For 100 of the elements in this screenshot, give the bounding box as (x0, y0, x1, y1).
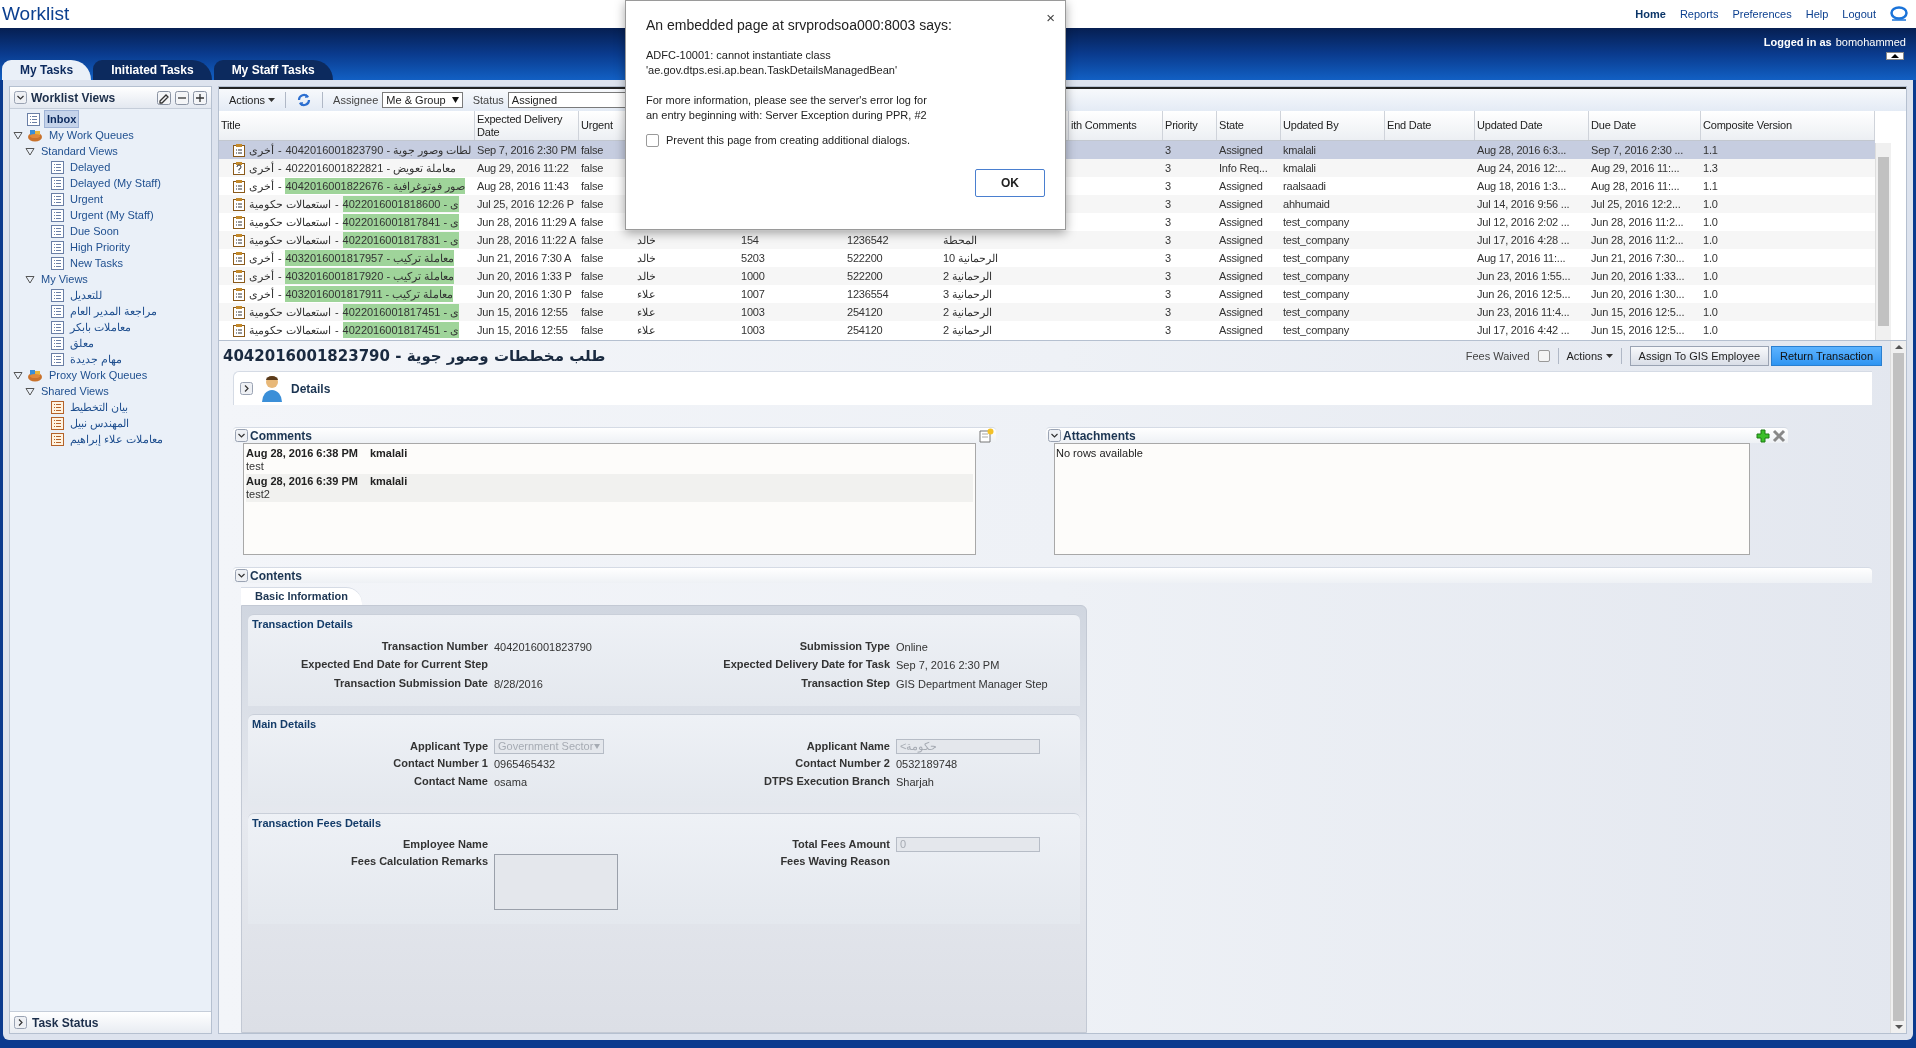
dash-separator: - (335, 214, 339, 230)
field-label: Status (472, 92, 504, 108)
table-cell-text: Jun 28, 2016 11:22 A (477, 232, 577, 248)
table-cell-text: Assigned (1219, 322, 1263, 338)
table-cell-text: Jun 20, 2016 1:30... (1591, 286, 1685, 302)
table-cell-text: Jul 17, 2016 4:28 ... (1477, 232, 1570, 248)
table-cell-text: false (581, 322, 604, 338)
dialog-message: ADFC-10001: cannot instantiate class (646, 48, 832, 63)
table-cell-text: Assigned (1219, 250, 1263, 266)
task-category: أخرى (249, 178, 274, 195)
field-value: Sep 7, 2016 2:30 PM (896, 659, 1000, 671)
comment-author: kmalali (369, 447, 408, 460)
field-label: Contact Name (413, 774, 488, 789)
table-cell-text: Assigned (1219, 268, 1263, 284)
field-value: 0965465432 (494, 757, 556, 770)
task-category: استعمالات حكومية (249, 214, 332, 231)
table-cell-text: 1.0 (1703, 268, 1718, 284)
table-cell-text: false (581, 214, 604, 230)
field-label: Employee Name (402, 837, 488, 852)
comment-date: Aug 28, 2016 6:39 PM (246, 475, 358, 488)
field-label: Total Fees Amount (791, 837, 890, 852)
checkbox-label: Prevent this page from creating additional dialogs. (666, 133, 910, 148)
table-cell-text: Jun 15, 2016 12:5... (1591, 322, 1685, 338)
table-cell-text: 1236554 (847, 286, 889, 302)
field-value: GIS Department Manager Step (896, 677, 1048, 690)
table-cell-text: Aug 17, 2016 11:... (1477, 250, 1566, 266)
table-cell-text: 3 (1165, 160, 1171, 176)
task-category: استعمالات حكومية (249, 232, 332, 249)
table-cell-text: علاء (637, 322, 656, 338)
panel-title: Task Status (32, 1014, 99, 1032)
table-cell-text: Jul 14, 2016 9:56 ... (1477, 196, 1570, 212)
table-cell-text: Aug 24, 2016 12:... (1477, 160, 1567, 176)
field-label: Transaction Number (380, 638, 488, 654)
table-cell-text: 1000 (741, 268, 765, 284)
table-cell-text: 1.1 (1703, 142, 1718, 158)
field-label: Submission Type (798, 638, 890, 654)
table-cell-text: Jun 21, 2016 7:30 A (477, 250, 572, 266)
logged-in-label: Logged in as (1763, 35, 1832, 50)
table-cell-text: 1.0 (1703, 214, 1718, 230)
app-title: Worklist (2, 1, 70, 26)
task-title: 4042016001823790 - طلب مخططات وصور جوية (223, 345, 606, 367)
table-cell-text: 1.1 (1703, 178, 1718, 194)
dash-separator: - (278, 268, 282, 284)
table-cell-text: خالد (637, 268, 656, 284)
task-category: استعمالات حكومية (249, 196, 332, 213)
dash-separator: - (278, 142, 282, 158)
table-cell-text: test_company (1283, 268, 1350, 284)
field-value: Sharjah (896, 776, 934, 788)
table-cell-text: 3 (1165, 322, 1171, 338)
table-cell-text: Jun 28, 2016 11:2... (1591, 232, 1684, 248)
table-cell-text: 1236542 (847, 232, 889, 248)
table-cell-text: Assigned (1219, 304, 1263, 320)
dash-separator: - (278, 286, 282, 302)
field-value: 0532189748 (896, 757, 958, 770)
section-title: Transaction Details (251, 617, 354, 632)
table-cell-text: 1007 (741, 286, 765, 302)
table-cell-text: Aug 29, 2016 11:... (1591, 160, 1680, 176)
field-label: Contact Number 2 (794, 755, 890, 771)
table-cell-text: 3 (1165, 304, 1171, 320)
table-cell-text: 5203 (741, 250, 765, 266)
task-category: أخرى (249, 160, 274, 177)
table-cell-text: 3 (1165, 178, 1171, 194)
table-cell-text: test_company (1283, 232, 1350, 248)
field-label: Applicant Name (805, 738, 890, 754)
comment-text: test (246, 460, 265, 473)
table-cell-text: Jun 15, 2016 12:5... (1591, 304, 1685, 320)
table-cell-text: Assigned (1219, 196, 1263, 212)
section-title: Transaction Fees Details (251, 815, 382, 831)
table-cell-text: خالد (637, 250, 656, 266)
dash-separator: - (335, 232, 339, 248)
field-label: Transaction Submission Date (332, 675, 488, 691)
table-cell-text: 1003 (741, 304, 765, 320)
field-value: Online (896, 640, 928, 653)
field-value: 8/28/2016 (494, 677, 543, 690)
table-cell-text: 3 (1165, 232, 1171, 248)
field-value: 4042016001823790 (494, 640, 592, 653)
task-category: أخرى (249, 286, 274, 303)
table-cell-text: 3 (1165, 250, 1171, 266)
table-cell-text: الرحمانية 2 (943, 304, 993, 321)
table-cell-text: علاء (637, 286, 656, 302)
table-cell-text: Sep 7, 2016 2:30 PM (477, 142, 577, 158)
table-cell-text: Jun 26, 2016 12:5... (1477, 286, 1571, 302)
table-cell-text: false (581, 268, 604, 284)
dash-separator: - (278, 160, 282, 176)
field-label: Transaction Step (800, 675, 890, 691)
table-cell-text: false (581, 196, 604, 212)
field-label: DTPS Execution Branch (763, 774, 890, 789)
table-cell-text: Assigned (1219, 232, 1263, 248)
table-cell-text: Aug 18, 2016 1:3... (1477, 178, 1567, 194)
table-cell-text: 1.0 (1703, 286, 1718, 302)
dialog-title: An embedded page at srvprodsoa000:8003 says: (646, 16, 953, 35)
dash-separator: - (335, 196, 339, 212)
table-cell-text: Assigned (1219, 286, 1263, 302)
field-label: Assignee (333, 92, 379, 108)
table-cell-text: kmalali (1283, 142, 1316, 158)
table-cell-text: false (581, 142, 604, 158)
table-cell-text: 1.0 (1703, 250, 1718, 266)
table-cell-text: 3 (1165, 286, 1171, 302)
table-cell-text: Jun 28, 2016 11:2... (1591, 214, 1684, 230)
table-cell-text: 1.3 (1703, 160, 1718, 176)
